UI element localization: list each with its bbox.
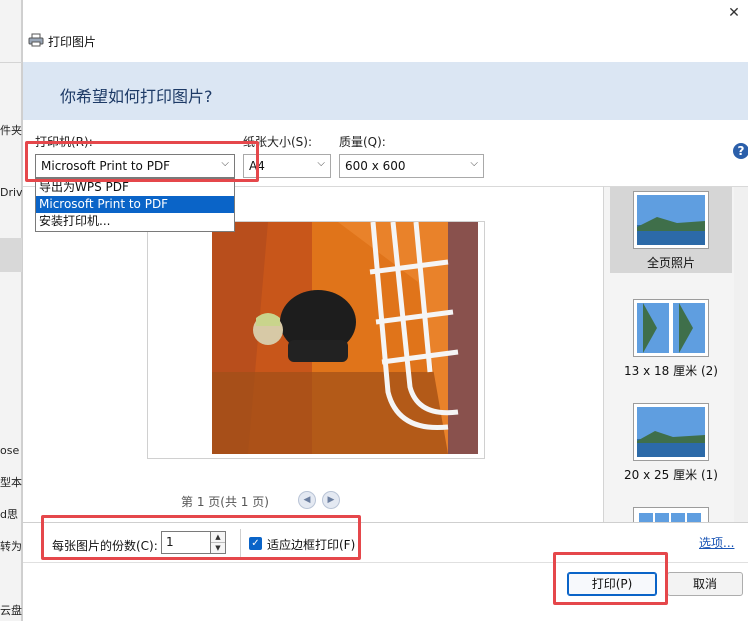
previous-page-button[interactable]: ◀ [298,491,316,509]
layout-thumbnail [633,403,709,461]
header-banner: 你希望如何打印图片? [23,62,748,120]
chevron-down-icon: ⌵ [221,158,229,169]
copies-stepper[interactable]: ▲ ▼ [211,531,226,554]
bg-text: ose [0,444,20,457]
layout-option-more[interactable] [610,503,732,522]
fit-to-frame-label[interactable]: 适应边框打印(F) [267,536,355,553]
layout-thumbnail [633,299,709,357]
close-button[interactable]: ✕ [723,2,745,24]
bg-text: d思 [0,508,18,521]
quality-value: 600 x 600 [345,159,406,173]
multi-thumbnail [637,511,705,522]
layout-label: 全页照片 [646,256,695,270]
printer-option-wps-pdf[interactable]: 导出为WPS PDF [36,179,234,196]
window-title: 打印图片 [48,35,97,49]
help-icon[interactable]: ? [733,143,748,159]
copies-input[interactable]: 1 [161,531,211,554]
landscape-thumbnail [637,195,705,245]
printer-option-install[interactable]: 安装打印机... [36,213,234,230]
bg-selected-row [0,238,22,272]
quality-label: 质量(Q): [339,135,386,149]
single-thumbnail [637,407,705,457]
bg-divider [0,62,22,63]
rotated-photo [148,222,484,458]
layout-option-full-page[interactable]: 全页照片 [610,187,732,273]
print-pictures-dialog: 打印图片 ✕ 你希望如何打印图片? 打印机(R): 纸张大小(S): 质量(Q)… [22,0,748,621]
next-page-button[interactable]: ▶ [322,491,340,509]
background-app-strip: 件夹 Driv ose 型本 d思 转为 云盘 [0,0,23,621]
page-indicator: 第 1 页(共 1 页) [181,495,269,509]
chevron-down-icon: ⌵ [470,158,478,169]
bg-text: 转为 [0,540,22,553]
options-bar: 每张图片的份数(C): 1 ▲ ▼ ✓ 适应边框打印(F) 选项... [23,522,748,562]
layout-option-13x18[interactable]: 13 x 18 厘米 (2) [610,295,732,381]
layout-panel: 全页照片 13 x 18 厘米 (2) 20 x 25 厘米 (1) [603,186,748,522]
printer-select[interactable]: Microsoft Print to PDF ⌵ [35,154,235,178]
print-preview-area: 第 1 页(共 1 页) ◀ ▶ [23,186,603,522]
bg-text: 型本 [0,476,22,489]
bg-text: Driv [0,186,23,199]
options-link[interactable]: 选项... [699,534,734,551]
cancel-button[interactable]: 取消 [667,572,743,596]
bg-text: 件夹 [0,124,22,137]
printer-option-microsoft-pdf[interactable]: Microsoft Print to PDF [36,196,234,213]
printer-dropdown-list: 导出为WPS PDF Microsoft Print to PDF 安装打印机.… [35,178,235,232]
stepper-up-icon[interactable]: ▲ [211,532,225,543]
two-up-thumbnail [637,303,705,353]
printer-icon [28,33,44,47]
bg-text: 云盘 [0,604,22,617]
layout-label: 13 x 18 厘米 (2) [624,364,718,378]
copies-label: 每张图片的份数(C): [52,539,158,553]
layout-thumbnail [633,507,709,522]
paper-size-select[interactable]: A4 ⌵ [243,154,331,178]
layout-label: 20 x 25 厘米 (1) [624,468,718,482]
quality-select[interactable]: 600 x 600 ⌵ [339,154,484,178]
paper-size-label: 纸张大小(S): [243,135,313,149]
layout-scrollbar[interactable] [734,187,748,522]
layout-thumbnail [633,191,709,249]
paper-size-value: A4 [249,159,265,173]
divider [240,529,241,557]
stepper-down-icon[interactable]: ▼ [211,543,225,554]
printer-select-value: Microsoft Print to PDF [41,159,171,173]
printer-label: 打印机(R): [35,135,93,149]
preview-image [147,221,485,459]
print-button[interactable]: 打印(P) [567,572,657,596]
chevron-down-icon: ⌵ [317,158,325,169]
title-bar: 打印图片 ✕ [23,0,748,62]
fit-to-frame-checkbox[interactable]: ✓ [249,537,262,550]
dialog-footer: 打印(P) 取消 [23,562,748,596]
layout-option-20x25[interactable]: 20 x 25 厘米 (1) [610,399,732,485]
dialog-heading: 你希望如何打印图片? [60,87,213,106]
